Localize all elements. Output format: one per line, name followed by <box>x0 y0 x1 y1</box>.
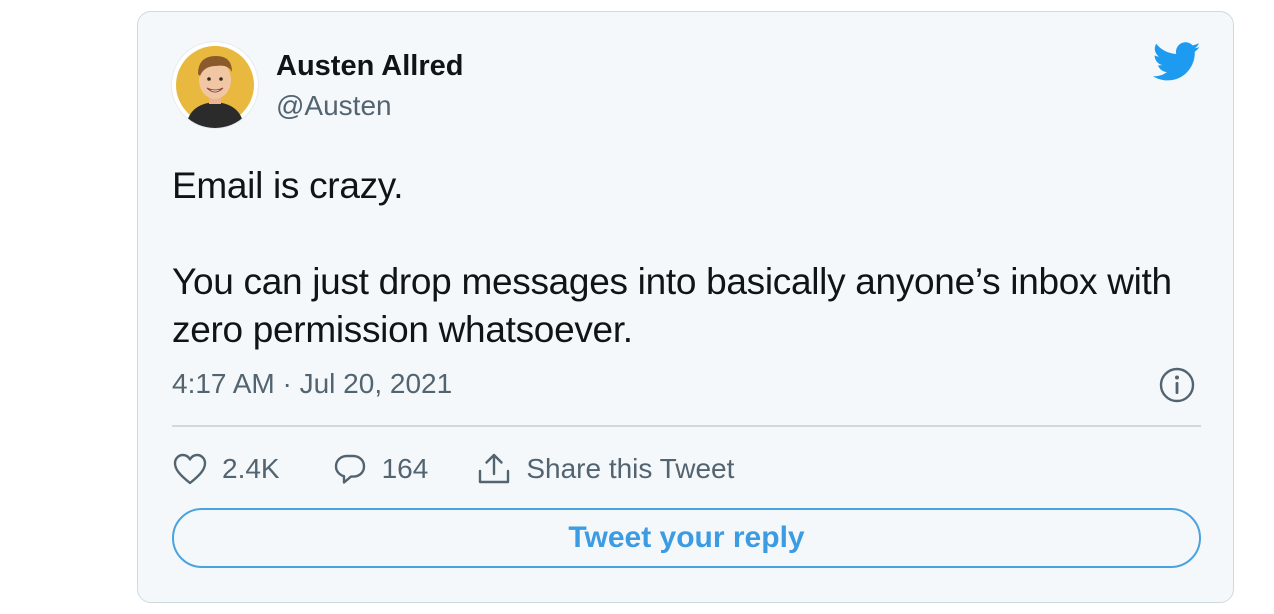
reply-count-button[interactable]: 164 <box>332 451 429 487</box>
divider <box>172 425 1201 427</box>
tweet-text: Email is crazy. You can just drop messag… <box>172 162 1212 354</box>
share-label: Share this Tweet <box>526 453 735 484</box>
tweet-timestamp[interactable]: 4:17 AM · Jul 20, 2021 <box>172 368 452 400</box>
tweet-text-paragraph: You can just drop messages into basicall… <box>172 261 1172 350</box>
embedded-tweet-card: Austen Allred @Austen Email is crazy. Yo… <box>137 11 1234 603</box>
author-name[interactable]: Austen Allred <box>276 50 463 83</box>
speech-bubble-icon <box>334 454 365 484</box>
share-upload-icon <box>479 453 510 484</box>
avatar-cartoon-icon <box>176 46 254 128</box>
like-button[interactable]: 2.4K <box>172 452 280 486</box>
tweet-your-reply-button[interactable]: Tweet your reply <box>172 508 1201 568</box>
twitter-bird-icon[interactable] <box>1152 42 1201 82</box>
share-button[interactable]: Share this Tweet <box>476 451 734 487</box>
heart-icon <box>173 453 207 485</box>
tweet-actions: 2.4K 164 Share this Tweet <box>172 448 734 490</box>
author-handle[interactable]: @Austen <box>276 90 392 122</box>
like-count: 2.4K <box>222 453 280 484</box>
tweet-text-paragraph: Email is crazy. <box>172 165 404 206</box>
author-avatar[interactable] <box>172 42 258 128</box>
reply-count: 164 <box>381 453 429 484</box>
info-icon[interactable] <box>1159 367 1195 403</box>
